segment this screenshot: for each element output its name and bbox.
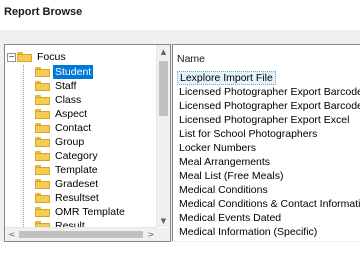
- tree-vertical-scrollbar[interactable]: ▲ ▼: [156, 45, 170, 227]
- list-item[interactable]: Meal Arrangements: [177, 155, 272, 169]
- collapse-toggle-icon[interactable]: −: [7, 53, 16, 62]
- tree-item-label: Template: [55, 164, 98, 176]
- folder-icon: [35, 109, 50, 119]
- tree-item-label: Aspect: [55, 108, 88, 120]
- tree-item-label: Result: [55, 220, 85, 227]
- folder-icon: [35, 123, 50, 133]
- list-item[interactable]: Medical Conditions: [177, 183, 270, 197]
- folder-icon: [35, 207, 50, 217]
- scroll-left-arrow-icon[interactable]: <: [6, 228, 18, 241]
- list-item[interactable]: Licensed Photographer Export Barcode: [177, 85, 360, 99]
- folder-icon: [17, 52, 32, 62]
- folder-icon: [35, 137, 50, 147]
- scrollbar-corner: [157, 228, 170, 241]
- focus-tree-panel[interactable]: − Focus Student Staff Class Aspect Conta…: [4, 44, 171, 242]
- list-item[interactable]: Meal List (Free Meals): [177, 169, 285, 183]
- folder-icon: [35, 179, 50, 189]
- tree-connector-line: [23, 65, 24, 227]
- folder-icon: [35, 67, 50, 77]
- tree-item-label: Category: [55, 150, 98, 162]
- report-list-panel[interactable]: Name Lexplore Import File Licensed Photo…: [172, 44, 360, 241]
- dialog-frame: − Focus Student Staff Class Aspect Conta…: [0, 30, 360, 242]
- tree-item-label: Staff: [55, 80, 77, 92]
- list-item[interactable]: Medical Information (Specific): [177, 225, 319, 239]
- list-item[interactable]: Licensed Photographer Export Barcode HT: [177, 99, 360, 113]
- focus-tree[interactable]: − Focus Student Staff Class Aspect Conta…: [5, 45, 157, 227]
- list-item[interactable]: List for School Photographers: [177, 127, 319, 141]
- window-title: Report Browse: [4, 6, 83, 18]
- list-item[interactable]: Licensed Photographer Export Excel: [177, 113, 351, 127]
- list-item[interactable]: Medical Events Dated: [177, 211, 283, 225]
- folder-icon: [35, 95, 50, 105]
- folder-icon: [35, 151, 50, 161]
- list-item[interactable]: Locker Numbers: [177, 141, 258, 155]
- list-item[interactable]: Lexplore Import File: [177, 71, 276, 85]
- tree-item-label: Gradeset: [55, 178, 99, 190]
- scroll-thumb[interactable]: [159, 61, 168, 116]
- scroll-thumb[interactable]: [19, 231, 143, 238]
- scroll-down-arrow-icon[interactable]: ▼: [157, 215, 170, 227]
- tree-horizontal-scrollbar[interactable]: < >: [5, 227, 157, 241]
- scroll-up-arrow-icon[interactable]: ▲: [157, 46, 170, 58]
- tree-item-label: Contact: [55, 122, 92, 134]
- tree-item-label: Student: [53, 65, 94, 79]
- list-item[interactable]: Medical Conditions & Contact Information: [177, 197, 360, 211]
- column-header-name[interactable]: Name: [177, 53, 205, 65]
- tree-item-label: Focus: [37, 51, 66, 63]
- folder-icon: [35, 81, 50, 91]
- folder-icon: [35, 165, 50, 175]
- window-title-bar: Report Browse: [0, 0, 360, 30]
- scroll-right-arrow-icon[interactable]: >: [145, 228, 157, 241]
- tree-item-label: OMR Template: [55, 206, 125, 218]
- folder-icon: [35, 193, 50, 203]
- tree-item-label: Group: [55, 136, 85, 148]
- tree-item-label: Class: [55, 94, 82, 106]
- tree-item-label: Resultset: [55, 192, 99, 204]
- bottom-area: [0, 242, 360, 255]
